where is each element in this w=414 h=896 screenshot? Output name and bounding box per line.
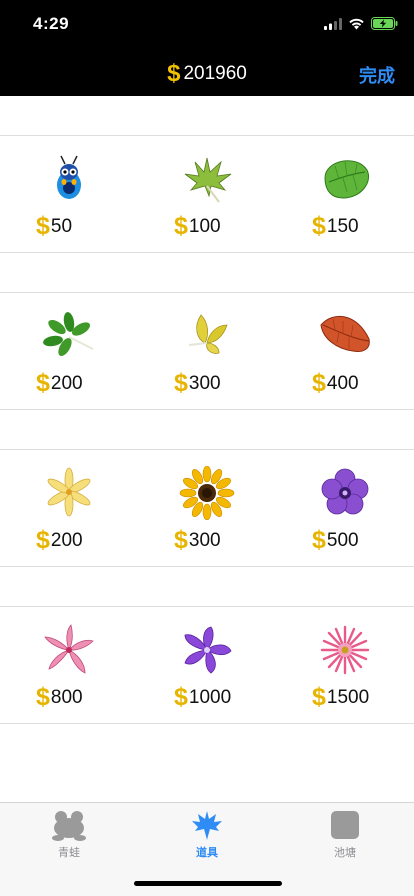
- navigation-bar: $201960 完成: [0, 48, 414, 96]
- item-price: $300: [174, 526, 221, 555]
- price-value: 200: [50, 373, 83, 394]
- dollar-sign-icon: $: [174, 526, 188, 554]
- shop-item-sunflower[interactable]: $300: [138, 450, 276, 568]
- periwinkle-flower-icon: [184, 626, 232, 674]
- shop-item-pink-lily[interactable]: $800: [0, 607, 138, 725]
- price-value: 400: [326, 373, 359, 394]
- dollar-sign-icon: $: [174, 212, 188, 240]
- item-price: $200: [36, 526, 83, 555]
- shop-item-periwinkle[interactable]: $1000: [138, 607, 276, 725]
- dollar-sign-icon: $: [312, 683, 326, 711]
- yellow-leaf-icon: [188, 314, 228, 354]
- shop-item-pink-daisy[interactable]: $1500: [276, 607, 414, 725]
- shop-item-yellow-lily[interactable]: $200: [0, 450, 138, 568]
- maple-leaf-icon: [184, 157, 232, 203]
- price-value: 500: [326, 530, 359, 551]
- item-price: $800: [36, 683, 83, 712]
- dollar-sign-icon: $: [174, 683, 188, 711]
- purple-flower-icon: [321, 468, 369, 515]
- dollar-sign-icon: $: [312, 526, 326, 554]
- shop-row: $800 $1000 $1500: [0, 606, 414, 724]
- green-leaf-icon: [324, 160, 369, 199]
- shop-row: $200 $300 $400: [0, 292, 414, 410]
- item-price: $150: [312, 212, 359, 241]
- price-value: 200: [50, 530, 83, 551]
- dollar-sign-icon: $: [36, 526, 50, 554]
- price-value: 1500: [326, 687, 370, 708]
- item-price: $1000: [174, 683, 231, 712]
- price-value: 1000: [188, 687, 232, 708]
- price-value: 800: [50, 687, 83, 708]
- tab-label: 道具: [196, 847, 218, 859]
- battery-charging-icon: [371, 17, 398, 30]
- shop-item-bug[interactable]: $50: [0, 136, 138, 254]
- shop-item-clover-leaf[interactable]: $200: [0, 293, 138, 411]
- dollar-sign-icon: $: [312, 369, 326, 397]
- signal-icon: [324, 17, 342, 30]
- shop-item-maple-leaf[interactable]: $100: [138, 136, 276, 254]
- shop-item-yellow-leaf[interactable]: $300: [138, 293, 276, 411]
- bug-icon: [57, 155, 81, 199]
- status-icons: [324, 17, 398, 30]
- price-value: 100: [188, 216, 221, 237]
- shop-row: $50 $100 $150: [0, 135, 414, 253]
- balance-display: $201960: [0, 60, 414, 88]
- dollar-sign-icon: $: [312, 212, 326, 240]
- price-value: 300: [188, 373, 221, 394]
- dollar-sign-icon: $: [36, 369, 50, 397]
- shop-item-red-leaf[interactable]: $400: [276, 293, 414, 411]
- red-leaf-icon: [320, 316, 370, 352]
- tab-label: 池塘: [334, 847, 356, 859]
- item-price: $400: [312, 369, 359, 398]
- wifi-icon: [349, 18, 364, 29]
- status-time: 4:29: [33, 14, 70, 33]
- dollar-sign-icon: $: [167, 60, 181, 87]
- yellow-lily-icon: [47, 467, 91, 517]
- frog-icon: [52, 811, 86, 841]
- tab-items[interactable]: 道具: [138, 809, 276, 869]
- pink-lily-icon: [44, 624, 94, 674]
- item-price: $50: [36, 212, 72, 241]
- status-bar: 4:29: [0, 0, 414, 48]
- dollar-sign-icon: $: [174, 369, 188, 397]
- tab-label: 青蛙: [58, 847, 80, 859]
- home-indicator[interactable]: [134, 881, 282, 886]
- item-price: $100: [174, 212, 221, 241]
- item-price: $200: [36, 369, 83, 398]
- shop-item-green-leaf[interactable]: $150: [276, 136, 414, 254]
- balance-value: 201960: [183, 63, 247, 84]
- tab-frog[interactable]: 青蛙: [0, 809, 138, 869]
- price-value: 300: [188, 530, 221, 551]
- tab-pond[interactable]: 池塘: [276, 809, 414, 869]
- shop-grid: $50 $100 $150 $200 $300 $400 $200 $300 $…: [0, 96, 414, 802]
- sunflower-icon: [179, 466, 235, 520]
- item-price: $500: [312, 526, 359, 555]
- shop-item-purple-flower[interactable]: $500: [276, 450, 414, 568]
- done-button[interactable]: 完成: [359, 62, 395, 88]
- pond-square-icon: [331, 811, 359, 839]
- dollar-sign-icon: $: [36, 212, 50, 240]
- shop-row: $200 $300 $500: [0, 449, 414, 567]
- dollar-sign-icon: $: [36, 683, 50, 711]
- item-price: $1500: [312, 683, 369, 712]
- pink-daisy-icon: [320, 625, 370, 675]
- price-value: 150: [326, 216, 359, 237]
- maple-leaf-tab-icon: [192, 811, 222, 840]
- item-price: $300: [174, 369, 221, 398]
- clover-leaf-icon: [43, 312, 94, 357]
- price-value: 50: [50, 216, 73, 237]
